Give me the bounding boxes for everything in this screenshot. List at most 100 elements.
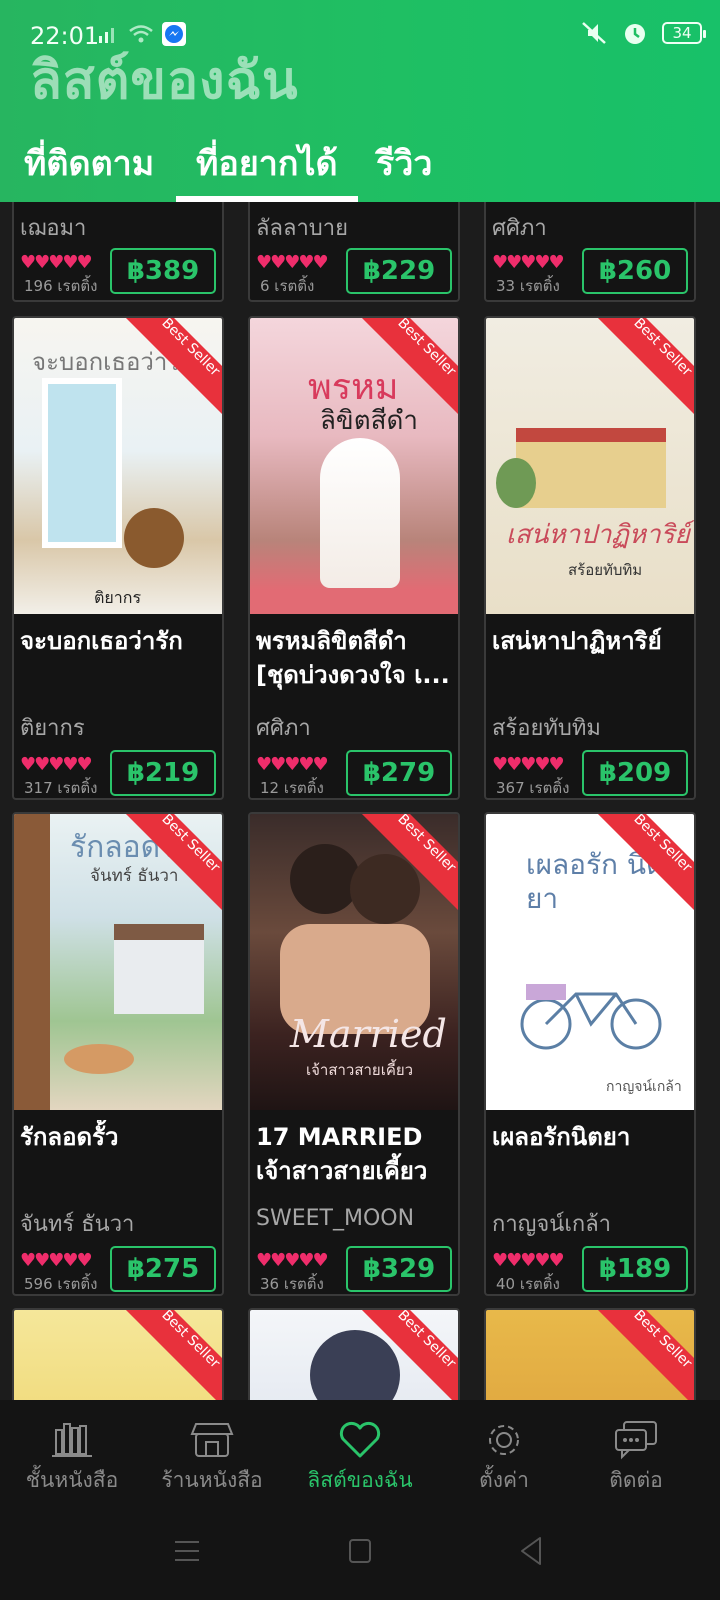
rating-count: 596 เรตติ้ง: [24, 1275, 98, 1293]
book-card[interactable]: Best Seller: [484, 1308, 696, 1400]
rating-count: 12 เรตติ้ง: [260, 779, 324, 797]
rating-count: 36 เรตติ้ง: [260, 1275, 324, 1293]
book-cover[interactable]: Best Seller: [486, 1310, 694, 1400]
nav-label: ตั้งค่า: [479, 1468, 529, 1492]
price-button[interactable]: ฿329: [346, 1246, 452, 1292]
rating-hearts: ♥♥♥♥♥: [492, 1250, 565, 1271]
book-cover[interactable]: พรหม ลิขิตสีดำ Best Seller: [250, 318, 458, 614]
cover-author: สร้อยทับทิม: [568, 561, 643, 579]
book-card[interactable]: เสน่หาปาฏิหาริย์ สร้อยทับทิม Best Seller…: [484, 316, 696, 800]
rating-hearts: ♥♥♥♥♥: [256, 754, 329, 775]
book-card[interactable]: รักลอดรั้ว จันทร์ ธันวา Best Seller รักล…: [12, 812, 224, 1296]
nav-contact[interactable]: ติดต่อ: [564, 1420, 708, 1497]
battery-indicator: 34: [662, 22, 706, 44]
rating-hearts: ♥♥♥♥♥: [20, 754, 93, 775]
menu-icon[interactable]: [174, 1538, 200, 1564]
book-author: ติยากร: [20, 716, 85, 741]
store-icon: [190, 1423, 234, 1457]
chat-icon: [615, 1421, 657, 1460]
cover-author: จันทร์ ธันวา: [90, 866, 179, 886]
tab-reviews[interactable]: รีวิว: [376, 136, 432, 190]
book-cover[interactable]: Best Seller: [14, 1310, 222, 1400]
nav-my-list[interactable]: ลิสต์ของฉัน: [288, 1420, 432, 1497]
book-card[interactable]: Best Seller: [12, 1308, 224, 1400]
book-title[interactable]: เผลอรักนิตยา: [492, 1120, 690, 1154]
book-title[interactable]: พรหมลิขิตสีดำ [ชุดบ่วงดวงใจ เ...: [256, 624, 454, 692]
rating-count: 6 เรตติ้ง: [260, 277, 315, 295]
book-author: จันทร์ ธันวา: [20, 1212, 135, 1237]
cover-subtitle: ลิขิตสีดำ: [320, 406, 418, 436]
rating-hearts: ♥♥♥♥♥: [20, 252, 93, 273]
book-author: ลัลลาบาย: [256, 216, 349, 241]
book-author: เฌอมา: [20, 216, 87, 241]
tab-bar: ที่ติดตาม ที่อยากได้ รีวิว: [0, 128, 720, 202]
rating-hearts: ♥♥♥♥♥: [20, 1250, 93, 1271]
rating-hearts: ♥♥♥♥♥: [492, 754, 565, 775]
book-cover[interactable]: Married เจ้าสาวสายเคี้ยว Best Seller: [250, 814, 458, 1110]
tab-wishlist[interactable]: ที่อยากได้: [196, 136, 338, 190]
book-cover[interactable]: เสน่หาปาฏิหาริย์ สร้อยทับทิม Best Seller: [486, 318, 694, 614]
book-cover[interactable]: รักลอดรั้ว จันทร์ ธันวา Best Seller: [14, 814, 222, 1110]
alarm-icon: [625, 24, 645, 44]
book-title[interactable]: เสน่หาปาฏิหาริย์: [492, 624, 690, 658]
nav-label: ติดต่อ: [609, 1468, 663, 1492]
book-card[interactable]: จะบอกเธอว่ารัก ติยากร Best Seller จะบอกเ…: [12, 316, 224, 800]
price-button[interactable]: ฿189: [582, 1246, 688, 1292]
wishlist-grid[interactable]: เฌอมา ♥♥♥♥♥ 196 เรตติ้ง ฿389 ลัลลาบาย ♥♥…: [0, 202, 720, 1400]
nav-label: ชั้นหนังสือ: [25, 1468, 119, 1492]
book-card[interactable]: ศศิภา ♥♥♥♥♥ 33 เรตติ้ง ฿260: [484, 202, 696, 302]
rating-count: 367 เรตติ้ง: [496, 779, 570, 797]
book-author: กาญจน์เกล้า: [492, 1212, 612, 1237]
cover-subtitle: เจ้าสาวสายเคี้ยว: [306, 1061, 414, 1079]
book-title[interactable]: รักลอดรั้ว: [20, 1120, 218, 1154]
bicycle-illustration: [520, 984, 662, 1050]
bookshelf-icon: [52, 1423, 92, 1457]
book-card[interactable]: Best Seller: [248, 1308, 460, 1400]
nav-bookstore[interactable]: ร้านหนังสือ: [140, 1420, 284, 1497]
cover-author: กาญจน์เกล้า: [606, 1079, 682, 1095]
rating-count: 33 เรตติ้ง: [496, 277, 560, 295]
book-author: ศศิภา: [492, 216, 547, 241]
nav-label: ลิสต์ของฉัน: [307, 1468, 413, 1492]
tab-following[interactable]: ที่ติดตาม: [24, 136, 154, 190]
book-card[interactable]: Married เจ้าสาวสายเคี้ยว Best Seller 17 …: [248, 812, 460, 1296]
nav-settings[interactable]: ตั้งค่า: [432, 1420, 576, 1497]
book-card[interactable]: พรหม ลิขิตสีดำ Best Seller พรหมลิขิตสีดำ…: [248, 316, 460, 800]
rating-count: 40 เรตติ้ง: [496, 1275, 560, 1293]
app-header: 22:01 34 ลิสต์ของฉัน ที่ติดตาม ที่อยากได…: [0, 0, 720, 202]
cover-title: เสน่หาปาฏิหาริย์: [506, 520, 690, 550]
best-seller-badge: Best Seller: [591, 1310, 694, 1400]
back-icon[interactable]: [518, 1536, 544, 1566]
bottom-navigation: ชั้นหนังสือ ร้านหนังสือ ลิสต์ของฉัน ตั้ง…: [0, 1400, 720, 1510]
nav-bookshelf[interactable]: ชั้นหนังสือ: [0, 1420, 144, 1497]
rating-hearts: ♥♥♥♥♥: [256, 252, 329, 273]
price-button[interactable]: ฿389: [110, 248, 216, 294]
price-button[interactable]: ฿260: [582, 248, 688, 294]
price-button[interactable]: ฿219: [110, 750, 216, 796]
rating-hearts: ♥♥♥♥♥: [492, 252, 565, 273]
book-author: ศศิภา: [256, 716, 311, 741]
page-title: ลิสต์ของฉัน: [30, 51, 299, 111]
book-card[interactable]: เผลอรัก นิตยา กาญจน์เกล้า Best Seller เผ…: [484, 812, 696, 1296]
rating-count: 196 เรตติ้ง: [24, 277, 98, 295]
home-icon[interactable]: [348, 1538, 372, 1564]
book-author: สร้อยทับทิม: [492, 716, 601, 741]
cover-title: Married: [290, 1012, 447, 1056]
price-button[interactable]: ฿229: [346, 248, 452, 294]
book-cover[interactable]: Best Seller: [250, 1310, 458, 1400]
gear-icon: [489, 1425, 519, 1455]
price-button[interactable]: ฿275: [110, 1246, 216, 1292]
book-title[interactable]: จะบอกเธอว่ารัก: [20, 624, 218, 658]
cover-author: ติยากร: [94, 588, 142, 607]
book-card[interactable]: เฌอมา ♥♥♥♥♥ 196 เรตติ้ง ฿389: [12, 202, 224, 302]
book-cover[interactable]: เผลอรัก นิตยา กาญจน์เกล้า Best Seller: [486, 814, 694, 1110]
rating-count: 317 เรตติ้ง: [24, 779, 98, 797]
book-card[interactable]: ลัลลาบาย ♥♥♥♥♥ 6 เรตติ้ง ฿229: [248, 202, 460, 302]
heart-icon: [339, 1421, 381, 1458]
mute-icon: [582, 22, 606, 44]
book-title[interactable]: 17 MARRIED เจ้าสาวสายเคี้ยว: [256, 1120, 454, 1188]
book-cover[interactable]: จะบอกเธอว่ารัก ติยากร Best Seller: [14, 318, 222, 614]
price-button[interactable]: ฿209: [582, 750, 688, 796]
price-button[interactable]: ฿279: [346, 750, 452, 796]
book-author: SWEET_MOON: [256, 1206, 415, 1231]
